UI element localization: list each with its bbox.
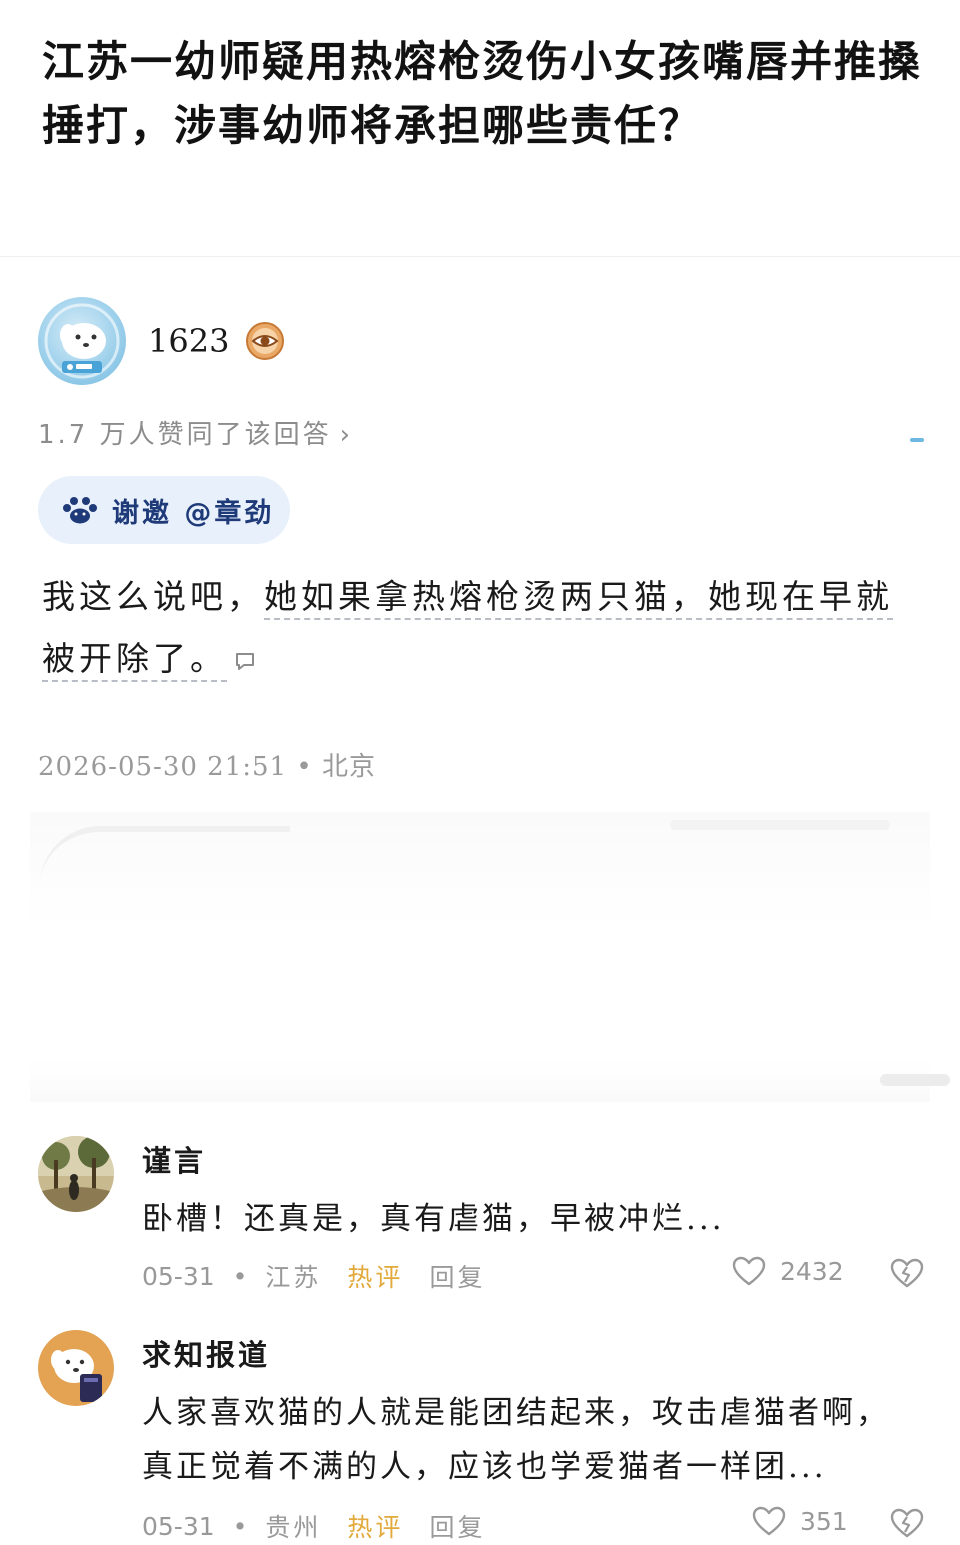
comment-date: 05-31	[142, 1511, 215, 1541]
question-title[interactable]: 江苏一幼师疑用热熔枪烫伤小女孩嘴唇并推搡捶打，涉事幼师将承担哪些责任？	[42, 30, 922, 158]
answer-timestamp: 2026-05-30 21:51 • 北京	[38, 746, 376, 783]
blurred-region	[30, 812, 950, 1102]
park-scene-avatar-icon	[38, 1136, 114, 1212]
comment-author-name[interactable]: 求知报道	[142, 1332, 270, 1374]
hot-comment-tag: 热评	[347, 1513, 404, 1542]
invite-text: 谢邀 @章劲	[112, 497, 275, 529]
reply-button[interactable]: 回复	[429, 1508, 485, 1544]
meta-bullet: •	[232, 1511, 248, 1541]
comment-location: 贵州	[265, 1513, 322, 1542]
broken-heart-icon[interactable]	[890, 1258, 924, 1288]
author-avatar[interactable]	[38, 297, 126, 385]
heart-icon	[752, 1506, 786, 1536]
comment-avatar[interactable]	[38, 1330, 114, 1406]
blur-streak	[880, 1074, 950, 1086]
like-count: 351	[800, 1506, 848, 1536]
comment-bubble-icon[interactable]	[233, 649, 257, 673]
answer-body[interactable]: 我这么说吧，她如果拿热熔枪烫两只猫，她现在早就被开除了。	[42, 566, 902, 690]
chevron-right-icon: ›	[339, 420, 354, 450]
comment-date: 05-31	[142, 1261, 215, 1291]
hot-comment-tag: 热评	[347, 1263, 404, 1292]
comment-text[interactable]: 人家喜欢猫的人就是能团结起来，攻击虐猫者啊，真正觉着不满的人，应该也学爱猫者一样…	[142, 1386, 922, 1494]
answer-text-plain: 我这么说吧，	[42, 577, 264, 616]
paw-icon	[63, 497, 97, 524]
dog-astronaut-avatar-icon	[44, 303, 120, 379]
author-row[interactable]: 1623	[38, 296, 285, 386]
like-count: 2432	[780, 1256, 844, 1286]
agree-count-text: 1.7 万人赞同了该回答	[38, 420, 332, 450]
comment-text[interactable]: 卧槽！还真是，真有虐猫，早被冲烂...	[142, 1192, 922, 1246]
agree-count-link[interactable]: 1.7 万人赞同了该回答 ›	[38, 414, 353, 451]
scroll-indicator	[910, 438, 924, 442]
invite-pill[interactable]: 谢邀 @章劲	[38, 476, 290, 544]
dog-avatar-icon	[38, 1330, 114, 1406]
meta-bullet: •	[232, 1261, 248, 1291]
broken-heart-icon[interactable]	[890, 1508, 924, 1538]
timestamp-datetime: 2026-05-30 21:51	[38, 752, 288, 782]
comment-item: 求知报道 人家喜欢猫的人就是能团结起来，攻击虐猫者啊，真正觉着不满的人，应该也学…	[38, 1330, 938, 1545]
comment-meta: 05-31 • 江苏 热评 回复	[142, 1258, 485, 1294]
comment-meta: 05-31 • 贵州 热评 回复	[142, 1508, 485, 1544]
timestamp-bullet: •	[296, 752, 313, 782]
blur-streak	[670, 820, 890, 830]
like-button[interactable]: 2432	[732, 1256, 844, 1286]
comment-author-name[interactable]: 谨言	[142, 1138, 206, 1180]
author-name[interactable]: 1623	[148, 322, 229, 360]
blur-streak	[40, 826, 290, 896]
heart-icon	[732, 1256, 766, 1286]
reply-button[interactable]: 回复	[429, 1258, 485, 1294]
eye-badge-icon	[246, 322, 285, 360]
timestamp-location: 北京	[321, 752, 376, 782]
like-button[interactable]: 351	[752, 1506, 848, 1536]
comment-avatar[interactable]	[38, 1136, 114, 1212]
divider	[0, 256, 960, 257]
comment-item: 谨言 卧槽！还真是，真有虐猫，早被冲烂... 05-31 • 江苏 热评 回复 …	[38, 1136, 938, 1296]
comment-location: 江苏	[265, 1263, 322, 1292]
